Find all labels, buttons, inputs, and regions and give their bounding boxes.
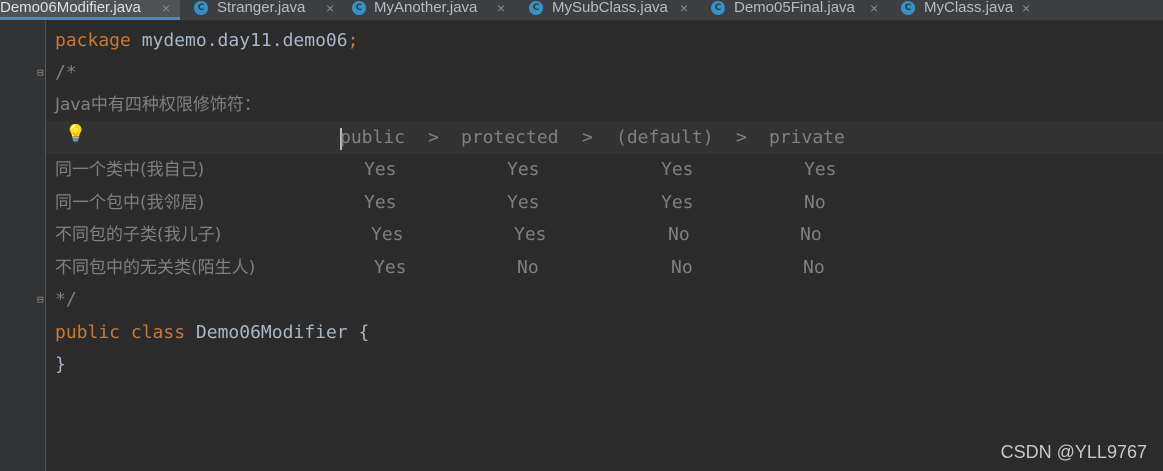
class-icon: C <box>352 1 366 15</box>
table-cell: Yes <box>507 192 540 213</box>
tab-label: MyClass.java <box>924 0 1014 16</box>
tab-stranger[interactable]: C Stranger.java × <box>186 0 338 20</box>
table-cell: No <box>668 224 690 245</box>
table-cell: Yes <box>661 192 694 213</box>
close-icon[interactable]: × <box>497 0 505 16</box>
semicolon: ; <box>347 30 359 51</box>
keyword-package: package <box>55 30 131 51</box>
close-icon[interactable]: × <box>1022 0 1030 16</box>
table-cell: Yes <box>364 159 397 180</box>
tab-demo06modifier[interactable]: Demo06Modifier.java × <box>0 0 180 20</box>
watermark: CSDN @YLL9767 <box>1000 442 1147 462</box>
code-line-close-brace[interactable]: } <box>55 349 66 381</box>
code-line-package[interactable]: package mydemo.day11.demo06; <box>55 25 358 57</box>
header-public[interactable]: public <box>340 122 405 154</box>
fold-collapse-icon[interactable]: ⊟ <box>37 67 49 79</box>
table-cell: Yes <box>661 159 694 180</box>
editor-tab-bar: Demo06Modifier.java × C Stranger.java × … <box>0 0 1163 21</box>
close-icon[interactable]: × <box>680 0 688 16</box>
class-icon: C <box>529 1 543 15</box>
table-cell: Yes <box>507 159 540 180</box>
row-label: 同一个包中(我邻居) <box>55 193 205 213</box>
comment-open[interactable]: /* <box>55 57 77 89</box>
close-icon[interactable]: × <box>326 0 334 16</box>
row-label: 不同包的子类(我儿子) <box>55 225 222 245</box>
class-icon: C <box>711 1 725 15</box>
comment-title[interactable]: Java中有四种权限修饰符： <box>55 89 261 121</box>
header-gt: > <box>736 127 747 148</box>
tab-label: Stranger.java <box>217 0 306 16</box>
package-name: mydemo.day11.demo06 <box>130 30 348 51</box>
open-brace: { <box>358 322 370 343</box>
close-icon[interactable]: × <box>162 0 170 16</box>
code-line-class[interactable]: public class Demo06Modifier { <box>55 317 369 349</box>
table-cell: No <box>517 257 539 278</box>
lightbulb-icon[interactable]: 💡 <box>65 124 86 144</box>
tab-myanother[interactable]: C MyAnother.java × <box>344 0 518 20</box>
header-gt: > <box>582 127 593 148</box>
header-private[interactable]: private <box>769 122 845 154</box>
keyword-class: class <box>130 322 186 343</box>
class-icon: C <box>194 1 208 15</box>
table-cell: No <box>800 224 822 245</box>
header-default[interactable]: (default) <box>616 122 714 154</box>
header-gt: > <box>428 127 439 148</box>
comment-close[interactable]: */ <box>55 284 77 316</box>
tab-myclass[interactable]: C MyClass.java × <box>894 0 1044 20</box>
tab-mysubclass[interactable]: C MySubClass.java × <box>524 0 704 20</box>
table-cell: No <box>671 257 693 278</box>
editor-gutter <box>0 21 46 471</box>
tab-label: MyAnother.java <box>374 0 478 16</box>
fold-collapse-icon[interactable]: ⊟ <box>37 294 49 306</box>
close-icon[interactable]: × <box>870 0 878 16</box>
table-cell: Yes <box>804 159 837 180</box>
table-cell: Yes <box>371 224 404 245</box>
table-cell: Yes <box>374 257 407 278</box>
row-label: 不同包中的无关类(陌生人) <box>55 258 256 278</box>
tab-demo05final[interactable]: C Demo05Final.java × <box>704 0 894 20</box>
table-cell: No <box>804 192 826 213</box>
row-label: 同一个类中(我自己) <box>55 160 205 180</box>
class-name: Demo06Modifier <box>195 322 348 343</box>
tab-label: Demo05Final.java <box>734 0 855 16</box>
table-cell: Yes <box>514 224 547 245</box>
current-line-highlight <box>46 121 1163 154</box>
table-cell: Yes <box>364 192 397 213</box>
tab-label: MySubClass.java <box>552 0 668 16</box>
table-cell: No <box>803 257 825 278</box>
header-protected[interactable]: protected <box>461 122 559 154</box>
class-icon: C <box>901 1 915 15</box>
keyword-public: public <box>55 322 121 343</box>
tab-label: Demo06Modifier.java <box>0 0 141 16</box>
